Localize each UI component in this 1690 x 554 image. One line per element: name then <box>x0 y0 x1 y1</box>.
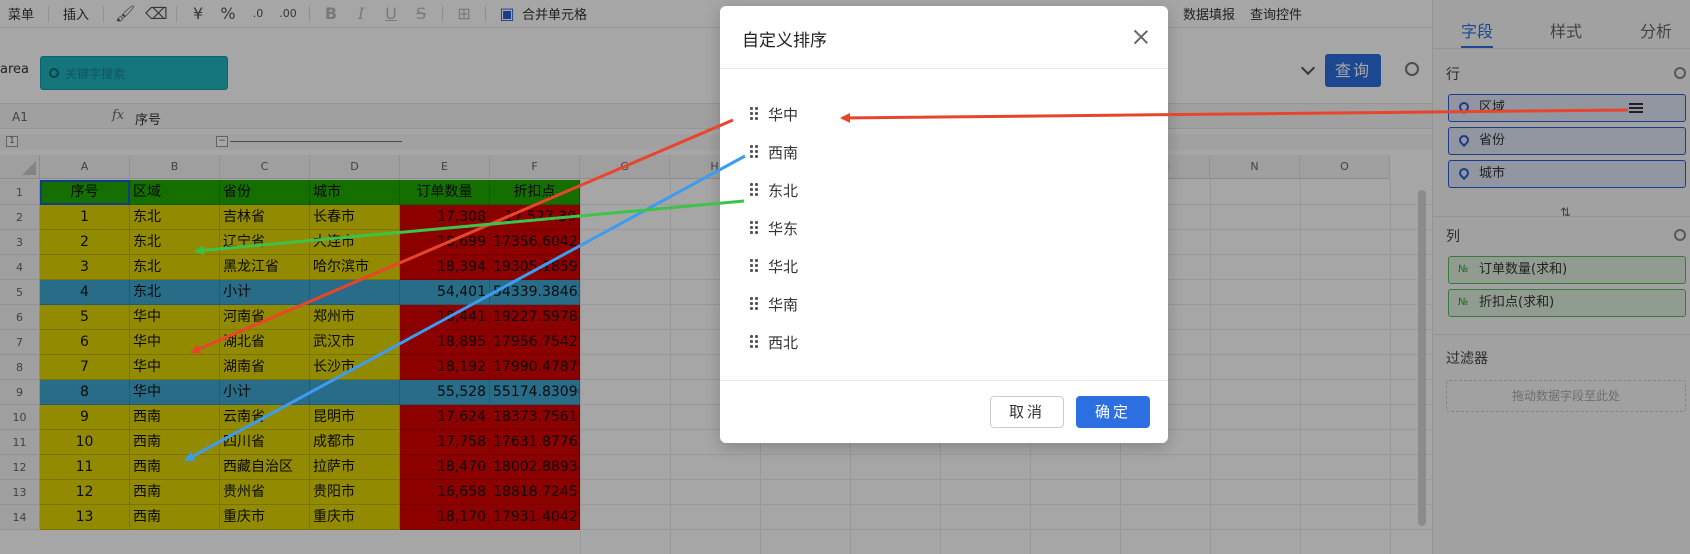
app-window: 菜单 插入 🖌 ⌫ ¥ % .0 .00 B I U S ⊞ ▣ 合并单元格 数… <box>0 0 1690 554</box>
annotation-arrows <box>184 108 1629 462</box>
green-arrow-to-dongbei-rows <box>194 199 745 256</box>
red-arrow-to-huazhong-rows <box>190 118 734 354</box>
blue-arrow-to-xinan-rows <box>184 154 746 462</box>
red-arrow-to-huazhong <box>840 108 1629 123</box>
